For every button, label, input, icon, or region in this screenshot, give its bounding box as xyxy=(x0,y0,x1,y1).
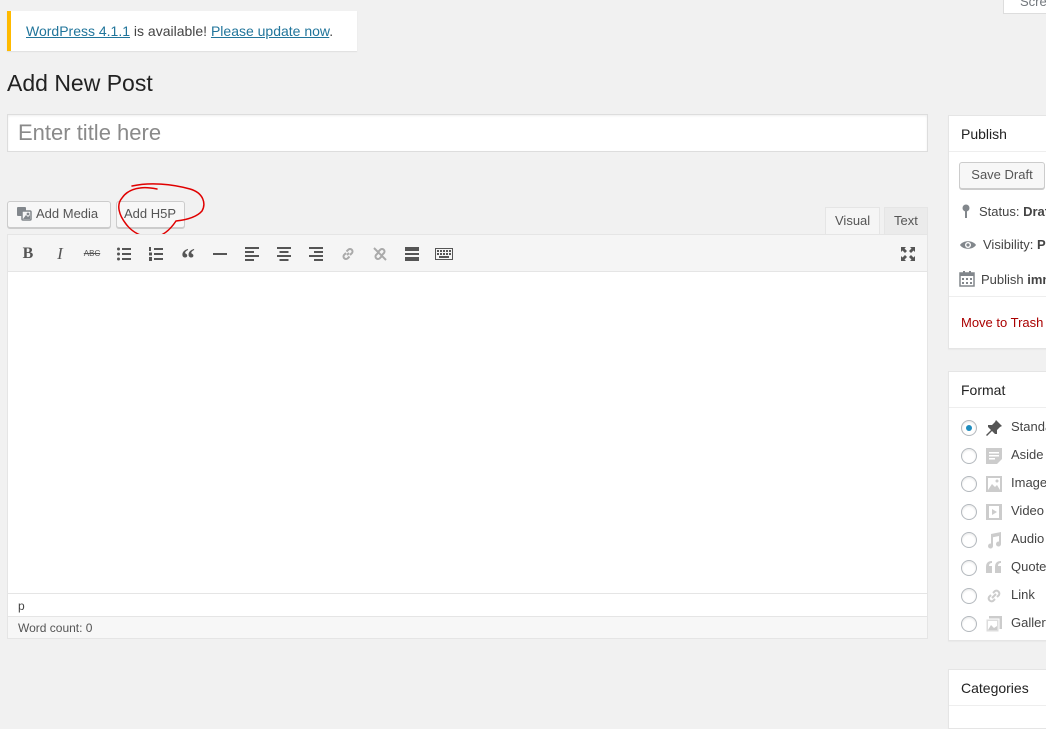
save-draft-button[interactable]: Save Draft xyxy=(959,162,1045,189)
format-label-audio: Audio xyxy=(1011,531,1045,546)
format-option-quote[interactable]: Quote xyxy=(961,557,1046,577)
radio-aside[interactable] xyxy=(961,447,977,464)
align-center-icon xyxy=(277,247,291,261)
publish-time-label: Publish xyxy=(981,272,1028,287)
update-notice: WordPress 4.1.1 is available! Please upd… xyxy=(7,11,357,51)
radio-quote[interactable] xyxy=(961,559,977,576)
format-option-audio[interactable]: Audio xyxy=(961,529,1044,549)
visibility-value: Public xyxy=(1036,237,1046,252)
fullscreen-icon xyxy=(901,247,915,261)
visibility-row: Visibility: Public xyxy=(959,237,1046,252)
tab-visual[interactable]: Visual xyxy=(825,207,880,234)
music-note-icon xyxy=(988,531,1002,549)
radio-gallery[interactable] xyxy=(961,615,977,632)
align-left-button[interactable] xyxy=(242,244,262,264)
status-label: Status: xyxy=(979,204,1024,219)
unlink-icon xyxy=(373,247,387,261)
format-label-video: Video xyxy=(1011,503,1045,518)
annotation-circle xyxy=(118,183,205,238)
format-box-title: Format xyxy=(949,372,1046,408)
format-label-quote: Quote xyxy=(1011,559,1046,574)
pushpin-icon xyxy=(986,419,1002,436)
add-media-label: Add Media xyxy=(36,206,99,221)
bullet-list-icon xyxy=(117,247,131,261)
radio-image[interactable] xyxy=(961,475,977,492)
editor-toolbar: B I ABC “ xyxy=(8,235,927,275)
status-row: Status: Draft xyxy=(959,203,1046,219)
video-icon xyxy=(986,503,1002,520)
image-icon xyxy=(986,475,1002,492)
categories-box-title: Categories xyxy=(949,670,1046,706)
screen-options-tab[interactable]: Screen Options xyxy=(1003,0,1046,14)
publish-divider xyxy=(949,296,1046,297)
bullet-list-button[interactable] xyxy=(114,244,134,264)
publish-box-title: Publish xyxy=(949,116,1046,152)
format-label-image: Image xyxy=(1011,475,1046,490)
aside-icon xyxy=(986,447,1002,464)
strikethrough-button[interactable]: ABC xyxy=(82,244,102,264)
gallery-icon xyxy=(985,615,1002,633)
page-title: Add New Post xyxy=(7,70,153,96)
align-center-button[interactable] xyxy=(274,244,294,264)
toolbar-toggle-button[interactable] xyxy=(434,244,454,264)
post-title-input[interactable] xyxy=(7,114,928,152)
move-to-trash-link[interactable]: Move to Trash xyxy=(961,315,1043,330)
read-more-icon xyxy=(405,247,419,261)
blockquote-button[interactable]: “ xyxy=(178,244,198,275)
format-option-aside[interactable]: Aside xyxy=(961,445,1044,465)
radio-video[interactable] xyxy=(961,503,977,520)
align-left-icon xyxy=(245,247,259,261)
format-box: Format Standard Aside Image Video Audio … xyxy=(948,371,1046,641)
link-icon xyxy=(342,248,354,260)
media-icon xyxy=(17,207,32,221)
visibility-label: Visibility: xyxy=(983,237,1037,252)
link-format-icon xyxy=(987,589,1001,602)
notice-text: is available! xyxy=(130,23,211,39)
numbered-list-icon xyxy=(149,247,163,261)
format-option-video[interactable]: Video xyxy=(961,501,1044,521)
radio-audio[interactable] xyxy=(961,531,977,548)
italic-button[interactable]: I xyxy=(50,244,70,264)
align-right-button[interactable] xyxy=(306,244,326,264)
horizontal-line-icon xyxy=(213,253,227,255)
read-more-button[interactable] xyxy=(402,244,422,264)
element-path: p xyxy=(8,593,927,617)
categories-box: Categories xyxy=(948,669,1046,729)
horizontal-line-button[interactable] xyxy=(210,244,230,264)
update-now-link[interactable]: Please update now xyxy=(211,23,329,39)
format-label-aside: Aside xyxy=(1011,447,1044,462)
format-option-gallery[interactable]: Gallery xyxy=(961,613,1046,633)
format-option-image[interactable]: Image xyxy=(961,473,1046,493)
format-label-standard: Standard xyxy=(1011,419,1046,434)
radio-standard[interactable] xyxy=(961,419,977,436)
pin-icon xyxy=(962,204,970,218)
eye-icon xyxy=(960,241,976,249)
align-right-icon xyxy=(309,247,323,261)
bold-button[interactable]: B xyxy=(18,244,38,264)
insert-link-button[interactable] xyxy=(338,244,358,264)
word-count: Word count: 0 xyxy=(8,616,927,638)
post-editor: B I ABC “ p Word count: 0 xyxy=(7,234,928,639)
add-media-button[interactable]: Add Media xyxy=(7,201,111,228)
fullscreen-button[interactable] xyxy=(898,244,918,264)
format-label-link: Link xyxy=(1011,587,1035,602)
format-label-gallery: Gallery xyxy=(1011,615,1046,630)
keyboard-icon xyxy=(435,248,453,260)
editor-content-area[interactable] xyxy=(8,272,927,592)
publish-time-row: Publish immediately xyxy=(959,271,1046,287)
radio-link[interactable] xyxy=(961,587,977,604)
publish-box: Publish Save Draft Status: Draft Visibil… xyxy=(948,115,1046,349)
tab-text[interactable]: Text xyxy=(884,207,928,234)
calendar-icon xyxy=(959,271,975,287)
remove-link-button[interactable] xyxy=(370,244,390,264)
format-option-link[interactable]: Link xyxy=(961,585,1035,605)
quote-icon xyxy=(986,560,1001,573)
notice-period: . xyxy=(329,23,334,39)
wordpress-version-link[interactable]: WordPress 4.1.1 xyxy=(26,23,130,39)
numbered-list-button[interactable] xyxy=(146,244,166,264)
status-value: Draft xyxy=(1023,204,1046,219)
format-option-standard[interactable]: Standard xyxy=(961,417,1046,437)
publish-time-value: immediately xyxy=(1027,272,1046,287)
